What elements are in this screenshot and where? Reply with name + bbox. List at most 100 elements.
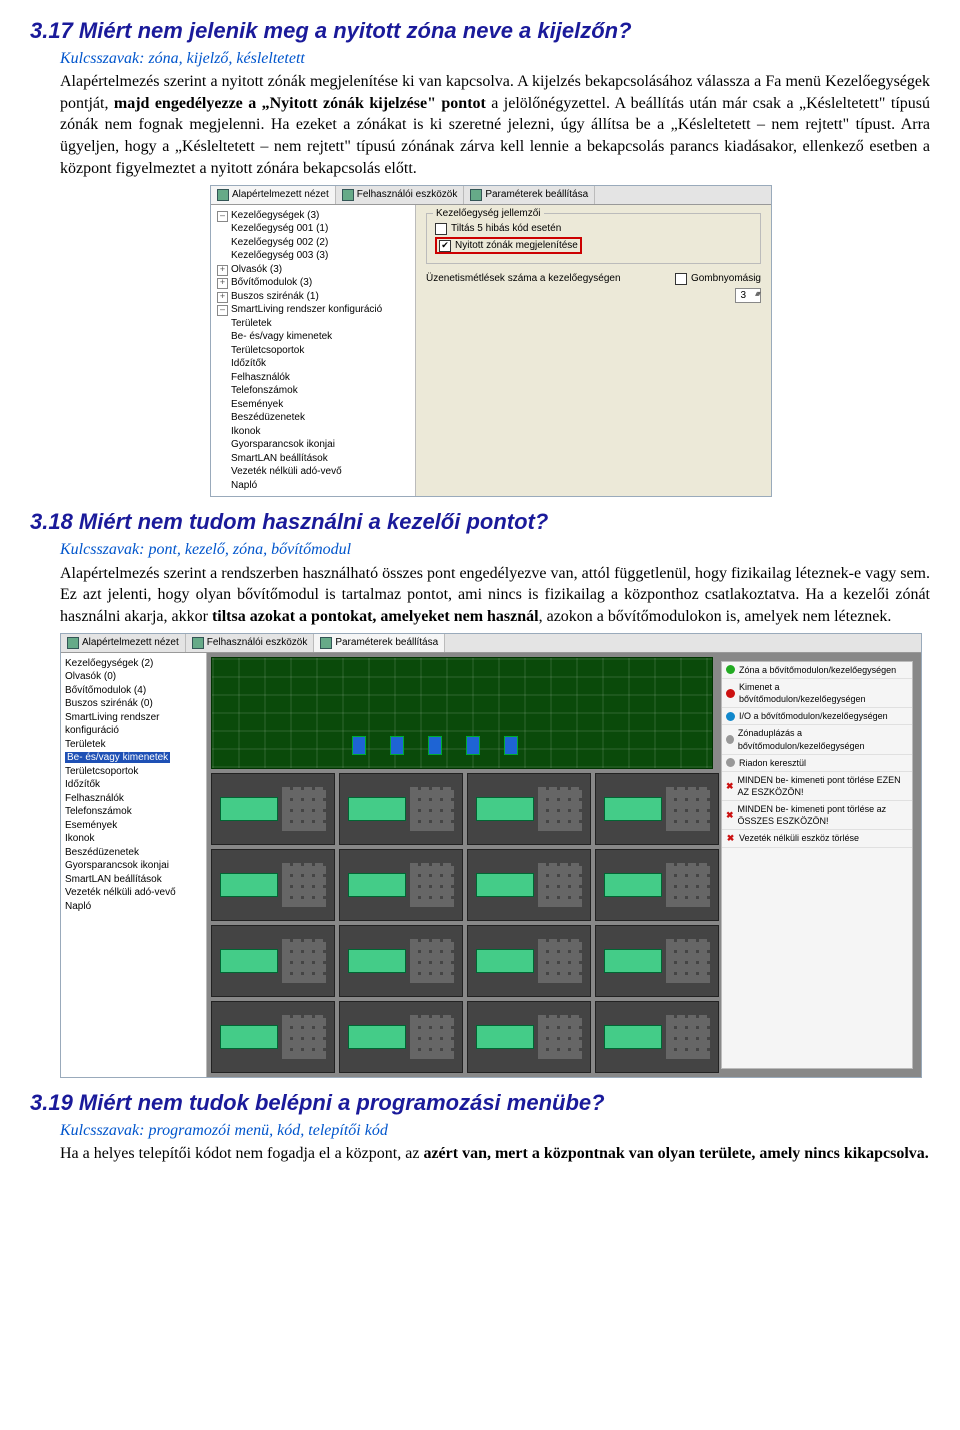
keypad-device[interactable] <box>467 773 591 845</box>
terminal-chip[interactable] <box>504 736 518 755</box>
legend-item[interactable]: ✖MINDEN be- kimeneti pont törlése az ÖSS… <box>722 801 912 830</box>
legend-item[interactable]: Zóna a bővítőmodulon/kezelőegységen <box>722 662 912 679</box>
tree-node[interactable]: Vezeték nélküli adó-vevő <box>215 465 415 479</box>
tab-user-tools[interactable]: Felhasználói eszközök <box>186 634 315 652</box>
tree-node[interactable]: Beszédüzenetek <box>215 411 415 425</box>
terminal-chip[interactable] <box>352 736 366 755</box>
expand-icon[interactable] <box>217 265 228 276</box>
tree-node[interactable]: Bővítőmodulok (3) <box>215 276 415 290</box>
tree-node[interactable]: Kezelőegységek (3) <box>215 209 415 223</box>
tab-parameters[interactable]: Paraméterek beállítása <box>464 186 595 204</box>
repeat-count-spinner[interactable]: 3 <box>735 288 761 303</box>
terminal-chip[interactable] <box>428 736 442 755</box>
text-bold: tiltsa azokat a pontokat, amelyeket nem … <box>212 608 539 625</box>
lcd-screen-icon <box>220 949 278 973</box>
legend-item[interactable]: Kimenet a bővítőmodulon/kezelőegységen <box>722 679 912 708</box>
tree-node[interactable]: Buszos szirénák (1) <box>215 290 415 304</box>
keypad-device[interactable] <box>211 1001 335 1073</box>
tab-default-view[interactable]: Alapértelmezett nézet <box>61 634 186 652</box>
tree-node[interactable]: Vezeték nélküli adó-vevő <box>65 886 206 900</box>
tree-node[interactable]: Ikonok <box>65 832 206 846</box>
keypad-device[interactable] <box>339 1001 463 1073</box>
tree-node[interactable]: Felhasználók <box>65 792 206 806</box>
terminal-chip[interactable] <box>390 736 404 755</box>
tab-label: Alapértelmezett nézet <box>232 188 329 202</box>
legend-item[interactable]: ✖Vezeték nélküli eszköz törlése <box>722 830 912 847</box>
keypad-device[interactable] <box>595 773 719 845</box>
tree-node[interactable]: Felhasználók <box>215 371 415 385</box>
checkbox-until-keypress[interactable]: Gombnyomásig <box>675 272 761 286</box>
legend-item[interactable]: Zónaduplázás a bővítőmodulon/kezelőegysé… <box>722 725 912 754</box>
tree-node[interactable]: Gyorsparancsok ikonjai <box>215 438 415 452</box>
tab-user-tools[interactable]: Felhasználói eszközök <box>336 186 465 204</box>
keypad-device[interactable] <box>467 925 591 997</box>
tab-parameters[interactable]: Paraméterek beállítása <box>314 634 445 652</box>
collapse-icon[interactable] <box>217 211 228 222</box>
keypad-device[interactable] <box>595 1001 719 1073</box>
keypad-device[interactable] <box>211 925 335 997</box>
tree-node[interactable]: Időzítők <box>215 357 415 371</box>
para-3-17: Alapértelmezés szerint a nyitott zónák m… <box>60 71 930 179</box>
tree-node[interactable]: Területcsoportok <box>65 765 206 779</box>
tree-node[interactable]: Területcsoportok <box>215 344 415 358</box>
tree-label: Kezelőegységek (3) <box>231 210 319 221</box>
collapse-icon[interactable] <box>217 305 228 316</box>
tree-node[interactable]: Kezelőegység 002 (2) <box>215 236 415 250</box>
tree-node[interactable]: Napló <box>215 479 415 493</box>
keypad-device[interactable] <box>339 925 463 997</box>
legend-item[interactable]: Riadon keresztül <box>722 755 912 772</box>
tree-label: Ikonok <box>65 833 94 844</box>
keypad-device[interactable] <box>211 773 335 845</box>
tab-default-view[interactable]: Alapértelmezett nézet <box>211 186 336 204</box>
keypad-device[interactable] <box>339 773 463 845</box>
terminal-chip[interactable] <box>466 736 480 755</box>
highlighted-option: Nyitott zónák megjelenítése <box>435 237 582 254</box>
checkbox-lockout[interactable]: Tiltás 5 hibás kód esetén <box>435 222 752 236</box>
keywords-3-19: Kulcsszavak: programozói menü, kód, tele… <box>60 1120 930 1142</box>
lcd-screen-icon <box>348 1025 406 1049</box>
keypad-device[interactable] <box>595 849 719 921</box>
board-layout-area[interactable]: Zóna a bővítőmodulon/kezelőegységenKimen… <box>207 653 921 1077</box>
checkbox-show-open-zones[interactable]: Nyitott zónák megjelenítése <box>439 239 578 253</box>
tree-node[interactable]: SmartLAN beállítások <box>215 452 415 466</box>
tree-node[interactable]: Területek <box>215 317 415 331</box>
tree-node[interactable]: Buszos szirénák (0) <box>65 697 206 711</box>
tree-node[interactable]: Ikonok <box>215 425 415 439</box>
keypad-device[interactable] <box>595 925 719 997</box>
main-board[interactable] <box>211 657 713 769</box>
keypad-buttons-icon <box>538 787 582 831</box>
tree-node[interactable]: Gyorsparancsok ikonjai <box>65 859 206 873</box>
keypad-device[interactable] <box>211 849 335 921</box>
keypad-device[interactable] <box>339 849 463 921</box>
tree-node[interactable]: Olvasók (3) <box>215 263 415 277</box>
tree-node[interactable]: Események <box>65 819 206 833</box>
tree-node[interactable]: Telefonszámok <box>65 805 206 819</box>
tree-node[interactable]: SmartLiving rendszer konfiguráció <box>215 303 415 317</box>
nav-tree[interactable]: Kezelőegységek (3)Kezelőegység 001 (1)Ke… <box>211 205 416 497</box>
tree-label: Olvasók (0) <box>65 671 116 682</box>
keypad-device[interactable] <box>467 849 591 921</box>
tree-node[interactable]: Telefonszámok <box>215 384 415 398</box>
legend-item[interactable]: I/O a bővítőmodulon/kezelőegységen <box>722 708 912 725</box>
tree-node[interactable]: SmartLiving rendszer konfiguráció <box>65 711 206 738</box>
tree-node[interactable]: Napló <box>65 900 206 914</box>
expand-icon[interactable] <box>217 292 228 303</box>
tree-node[interactable]: Bővítőmodulok (4) <box>65 684 206 698</box>
tree-node[interactable]: Be- és/vagy kimenetek <box>65 751 206 765</box>
lcd-screen-icon <box>476 797 534 821</box>
keypad-device[interactable] <box>467 1001 591 1073</box>
tree-node[interactable]: Kezelőegység 001 (1) <box>215 222 415 236</box>
tree-node[interactable]: Területek <box>65 738 206 752</box>
lcd-screen-icon <box>604 1025 662 1049</box>
legend-item[interactable]: ✖MINDEN be- kimeneti pont törlése EZEN A… <box>722 772 912 801</box>
tree-node[interactable]: Események <box>215 398 415 412</box>
tree-node[interactable]: Beszédüzenetek <box>65 846 206 860</box>
tree-node[interactable]: Kezelőegység 003 (3) <box>215 249 415 263</box>
tree-node[interactable]: Kezelőegységek (2) <box>65 657 206 671</box>
tree-node[interactable]: SmartLAN beállítások <box>65 873 206 887</box>
tree-node[interactable]: Időzítők <box>65 778 206 792</box>
tree-node[interactable]: Be- és/vagy kimenetek <box>215 330 415 344</box>
expand-icon[interactable] <box>217 278 228 289</box>
tree-node[interactable]: Olvasók (0) <box>65 670 206 684</box>
nav-tree[interactable]: Kezelőegységek (2)Olvasók (0) Bővítőmodul… <box>61 653 207 1077</box>
